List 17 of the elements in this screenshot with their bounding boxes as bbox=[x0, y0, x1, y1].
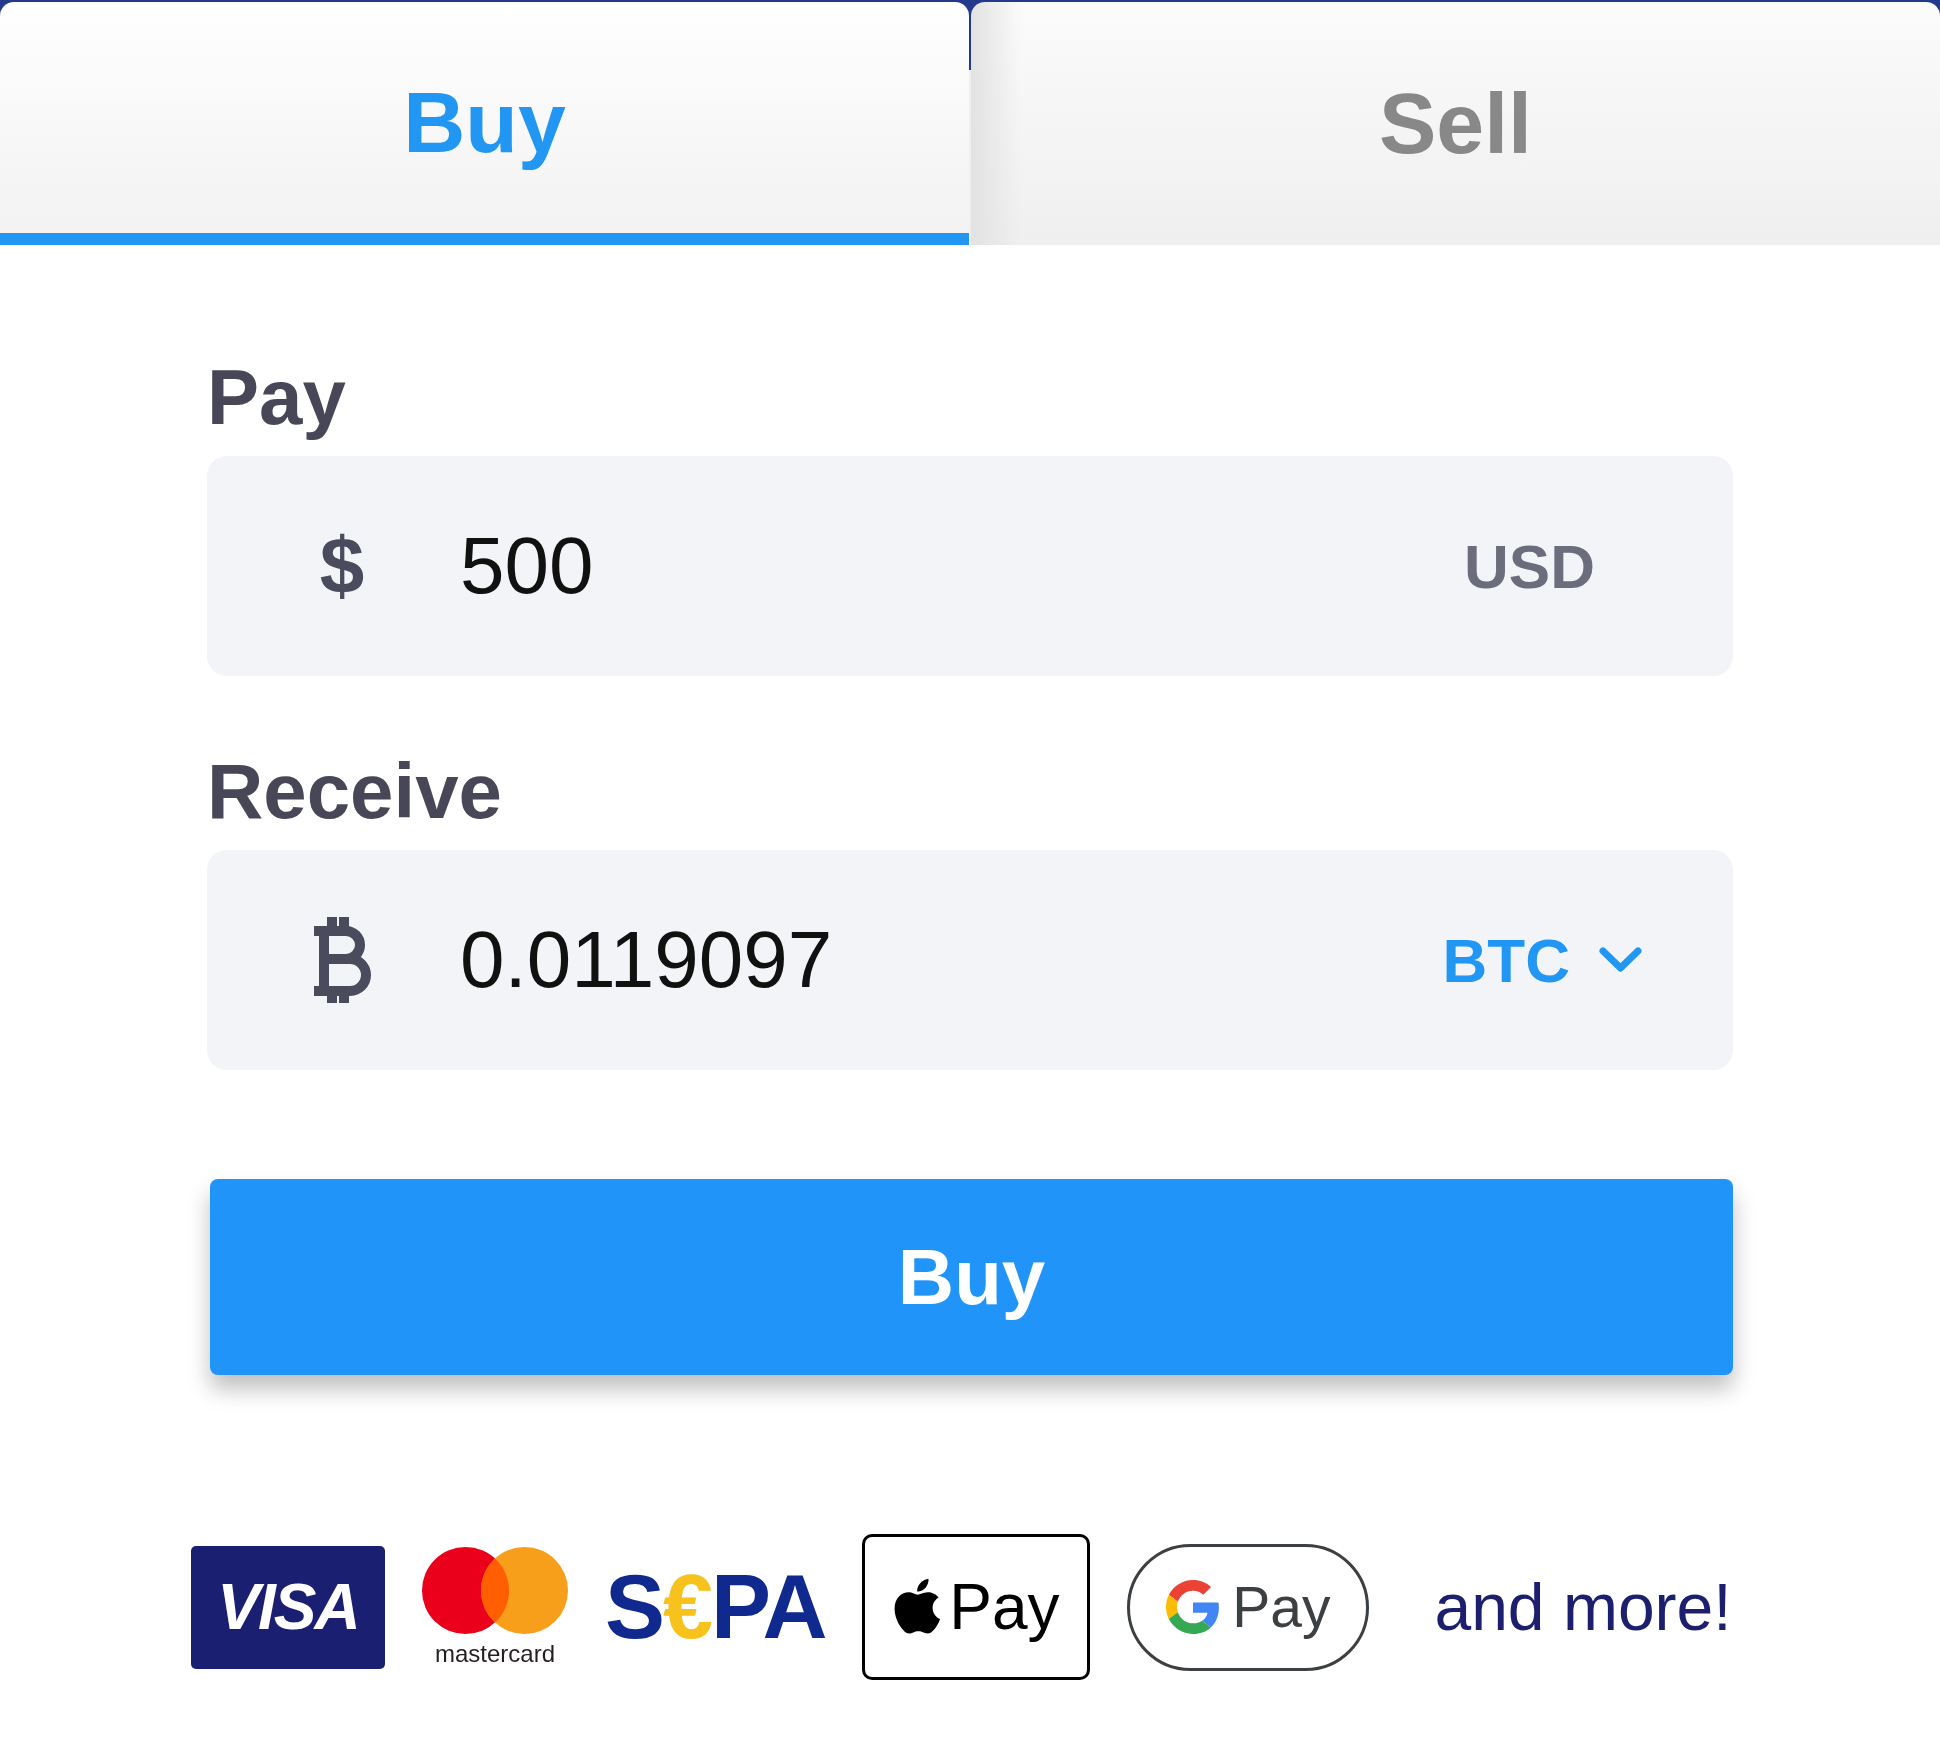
amount-input[interactable]: 0.0119097 bbox=[460, 912, 1403, 1008]
pay-label: Pay bbox=[1232, 1574, 1331, 1640]
amount-input[interactable]: 500 bbox=[460, 518, 1425, 614]
sepa-logo: S€PA bbox=[605, 1562, 826, 1652]
g-logo-icon bbox=[1166, 1580, 1221, 1634]
currency-code: USD bbox=[1464, 530, 1595, 602]
chevron-down-icon bbox=[1599, 947, 1642, 973]
amount-field[interactable]: 0.0119097 BTC bbox=[207, 850, 1733, 1070]
currency-symbol: $ bbox=[318, 526, 366, 606]
mastercard-wordmark: mastercard bbox=[434, 1639, 555, 1668]
amount-field[interactable]: $ 500 USD bbox=[207, 456, 1733, 676]
field-label: Receive bbox=[207, 752, 502, 830]
more-text: and more! bbox=[1434, 1569, 1732, 1645]
apple-icon bbox=[893, 1579, 942, 1635]
overlapping-circles-icon bbox=[422, 1546, 568, 1634]
visa-logo: VISA bbox=[191, 1545, 385, 1669]
pay-label: Pay bbox=[949, 1570, 1060, 1644]
